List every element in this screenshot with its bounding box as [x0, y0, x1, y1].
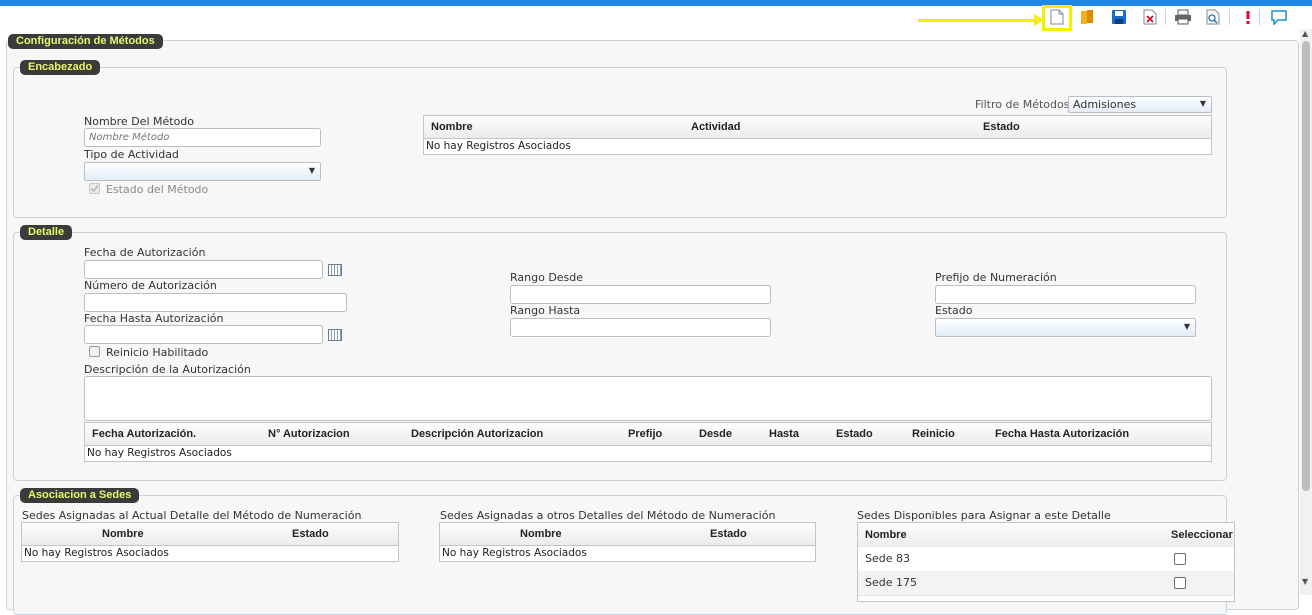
table-row[interactable]: Sede 175	[858, 571, 1234, 596]
fecha-autorizacion-label: Fecha de Autorización	[84, 246, 206, 259]
column-header[interactable]: Reinicio	[912, 428, 955, 440]
delete-icon[interactable]	[1141, 8, 1159, 26]
table-header: Nombre Seleccionar	[858, 523, 1234, 548]
column-header[interactable]: Estado	[710, 528, 747, 540]
empty-message: No hay Registros Asociados	[442, 547, 587, 559]
filtro-metodos-label: Filtro de Métodos	[975, 98, 1070, 111]
new-icon[interactable]	[1048, 8, 1066, 26]
column-header[interactable]: Descripción Autorizacion	[411, 428, 543, 440]
table-header: Fecha Autorización. N° Autorizacion Desc…	[85, 423, 1211, 446]
alert-icon[interactable]	[1239, 8, 1257, 26]
estado-select[interactable]: ▼	[935, 318, 1196, 337]
fecha-hasta-label: Fecha Hasta Autorización	[84, 312, 224, 325]
chevron-down-icon: ▼	[1199, 99, 1206, 108]
column-header[interactable]: Fecha Hasta Autorización	[995, 428, 1129, 440]
page-scrollbar[interactable]: ▲ ▼	[1300, 29, 1312, 595]
comment-icon[interactable]	[1270, 8, 1288, 26]
open-icon[interactable]	[1078, 8, 1096, 26]
rango-hasta-label: Rango Hasta	[510, 304, 581, 317]
encabezado-title: Encabezado	[20, 60, 101, 75]
print-icon[interactable]	[1174, 8, 1192, 26]
toolbar-separator	[1259, 9, 1260, 25]
descripcion-label: Descripción de la Autorización	[84, 363, 251, 376]
column-header[interactable]: Fecha Autorización.	[92, 428, 196, 440]
chevron-down-icon: ▼	[1183, 322, 1190, 331]
sedes-actual-title: Sedes Asignadas al Actual Detalle del Mé…	[22, 509, 362, 522]
scrollbar-thumb[interactable]	[1302, 41, 1310, 491]
column-header[interactable]: Seleccionar	[1171, 529, 1233, 541]
empty-message: No hay Registros Asociados	[87, 447, 232, 459]
rango-desde-label: Rango Desde	[510, 271, 584, 284]
rango-desde-input[interactable]	[510, 285, 771, 304]
select-checkbox[interactable]	[1174, 577, 1186, 589]
tipo-actividad-select[interactable]: ▼	[84, 162, 321, 181]
numero-autorizacion-label: Número de Autorización	[84, 279, 217, 292]
autorizaciones-table: Fecha Autorización. N° Autorizacion Desc…	[84, 422, 1212, 462]
estado-metodo-label: Estado del Método	[106, 183, 209, 196]
column-header[interactable]: Nombre	[431, 121, 473, 133]
preview-icon[interactable]	[1204, 8, 1222, 26]
column-header[interactable]: Estado	[836, 428, 873, 440]
scroll-up-icon[interactable]: ▲	[1302, 29, 1308, 38]
fecha-autorizacion-input[interactable]	[84, 260, 323, 279]
toolbar-separator	[1165, 9, 1166, 25]
sedes-disponibles-table: Nombre Seleccionar Sede 83 Sede 175	[857, 522, 1235, 602]
toolbar-separator	[1229, 9, 1230, 25]
column-header[interactable]: Actividad	[691, 121, 741, 133]
sedes-otros-table: Nombre Estado No hay Registros Asociados	[439, 522, 816, 562]
column-header[interactable]: Nombre	[865, 529, 907, 541]
detalle-title: Detalle	[20, 225, 73, 240]
tipo-actividad-label: Tipo de Actividad	[84, 148, 179, 161]
column-header[interactable]: Estado	[292, 528, 329, 540]
nombre-label: Nombre Del Método	[84, 115, 195, 128]
nombre-input[interactable]	[84, 128, 321, 147]
sedes-disponibles-title: Sedes Disponibles para Asignar a este De…	[857, 509, 1111, 522]
empty-message: No hay Registros Asociados	[426, 140, 571, 152]
reinicio-checkbox[interactable]	[89, 346, 100, 357]
sede-name: Sede 175	[865, 576, 917, 589]
column-header[interactable]: Estado	[983, 121, 1020, 133]
table-row[interactable]: Sede 83	[858, 547, 1234, 572]
sede-name: Sede 83	[865, 552, 910, 565]
prefijo-input[interactable]	[935, 285, 1196, 304]
prefijo-label: Prefijo de Numeración	[935, 271, 1057, 284]
column-header[interactable]: Hasta	[769, 428, 799, 440]
main-section-title: Configuración de Métodos	[8, 34, 163, 49]
estado-metodo-checkbox[interactable]	[89, 183, 100, 194]
table-header: Nombre Actividad Estado	[424, 116, 1211, 139]
numero-autorizacion-input[interactable]	[84, 293, 347, 312]
calendar-icon[interactable]	[328, 264, 342, 276]
table-header: Nombre Estado	[440, 523, 815, 546]
chevron-down-icon: ▼	[308, 166, 315, 175]
filtro-metodos-select[interactable]: Admisiones ▼	[1068, 96, 1212, 113]
column-header[interactable]: Prefijo	[628, 428, 662, 440]
filtro-metodos-value: Admisiones	[1073, 98, 1137, 111]
annotation-arrow	[918, 19, 1036, 22]
column-header[interactable]: Nombre	[520, 528, 562, 540]
top-accent-bar	[0, 0, 1312, 6]
table-header: Nombre Estado	[22, 523, 398, 546]
column-header[interactable]: Desde	[699, 428, 732, 440]
sedes-otros-title: Sedes Asignadas a otros Detalles del Mét…	[440, 509, 776, 522]
column-header[interactable]: N° Autorizacion	[268, 428, 350, 440]
scroll-down-icon[interactable]: ▼	[1302, 577, 1308, 586]
estado-label: Estado	[935, 304, 973, 317]
column-header[interactable]: Nombre	[102, 528, 144, 540]
select-checkbox[interactable]	[1174, 553, 1186, 565]
reinicio-label: Reinicio Habilitado	[106, 346, 209, 359]
save-icon[interactable]	[1110, 8, 1128, 26]
rango-hasta-input[interactable]	[510, 318, 771, 337]
sedes-actual-table: Nombre Estado No hay Registros Asociados	[21, 522, 399, 562]
descripcion-textarea[interactable]	[84, 376, 1212, 421]
fecha-hasta-input[interactable]	[84, 325, 323, 344]
sedes-title: Asociacion a Sedes	[20, 488, 140, 503]
metodos-table: Nombre Actividad Estado No hay Registros…	[423, 115, 1212, 155]
empty-message: No hay Registros Asociados	[24, 547, 169, 559]
calendar-icon[interactable]	[328, 329, 342, 341]
